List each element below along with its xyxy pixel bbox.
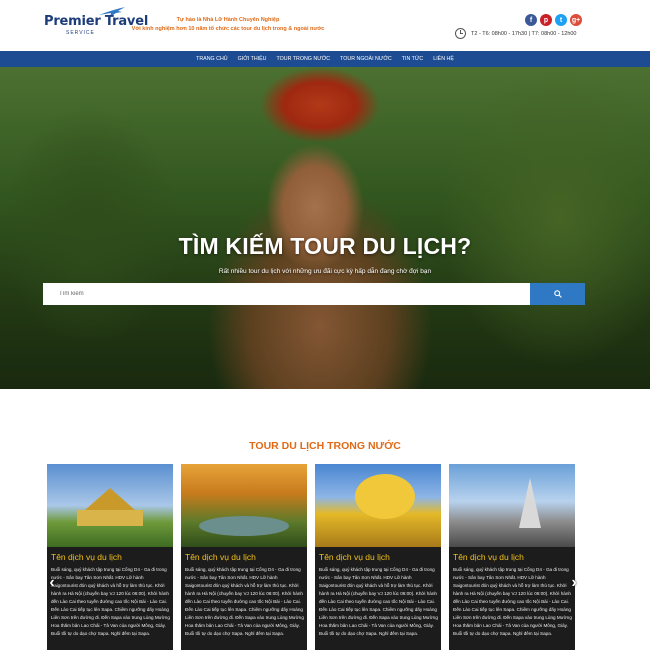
nav-item-domestic-tours[interactable]: TOUR TRONG NƯỚC	[277, 56, 331, 62]
tour-description: Buổi sáng, quý khách tập trung tại Cổng …	[51, 567, 170, 636]
tour-cards: Tên dịch vụ du lịch Buổi sáng, quý khách…	[47, 464, 581, 650]
nav-item-contact[interactable]: LIÊN HỆ	[433, 56, 454, 62]
temple-base	[77, 510, 143, 526]
tour-title[interactable]: Tên dịch vụ du lịch	[185, 552, 256, 562]
slogan-line-1: Tự hào là Nhà Lữ Hành Chuyên Nghiệp	[176, 17, 280, 23]
pinterest-icon[interactable]: p	[540, 14, 552, 26]
temple-roof	[85, 488, 135, 510]
chevron-right-icon[interactable]: ›	[569, 574, 579, 592]
nav-item-home[interactable]: TRANG CHỦ	[196, 56, 228, 62]
monument	[519, 478, 541, 528]
tour-description: Buổi sáng, quý khách tập trung tại Cổng …	[185, 567, 304, 636]
nav-item-international-tours[interactable]: TOUR NGOÀI NƯỚC	[340, 56, 392, 62]
tour-image[interactable]	[181, 464, 307, 547]
tour-title[interactable]: Tên dịch vụ du lịch	[453, 552, 524, 562]
hero-subtitle: Rất nhiều tour du lịch với những ưu đãi …	[218, 268, 432, 275]
tour-description: Buổi sáng, quý khách tập trung tại Cổng …	[319, 567, 438, 636]
hero-title: TÌM KIẾM TOUR DU LỊCH?	[178, 233, 472, 259]
tour-card[interactable]: Tên dịch vụ du lịch Buổi sáng, quý khách…	[315, 464, 441, 650]
logo[interactable]: Premier Travel SERVICE	[44, 7, 148, 38]
tour-title[interactable]: Tên dịch vụ du lịch	[51, 552, 122, 562]
slogan-line-2: Với kinh nghiệm hơn 10 năm tổ chức các t…	[131, 26, 325, 32]
nav-item-about[interactable]: GIỚI THIỆU	[238, 56, 267, 62]
chevron-left-icon[interactable]: ‹	[47, 574, 57, 592]
main-nav: TRANG CHỦ GIỚI THIỆU TOUR TRONG NƯỚC TOU…	[0, 51, 650, 67]
logo-tagline: SERVICE	[66, 30, 95, 36]
tour-card[interactable]: Tên dịch vụ du lịch Buổi sáng, quý khách…	[449, 464, 575, 650]
section-title: TOUR DU LỊCH TRONG NƯỚC	[249, 440, 401, 452]
hero-overlay	[0, 67, 650, 389]
search-icon	[553, 290, 562, 298]
opening-hours: T2 - T6: 08h00 - 17h30 | T7: 08h00 - 12h…	[455, 28, 577, 39]
tour-card[interactable]: Tên dịch vụ du lịch Buổi sáng, quý khách…	[181, 464, 307, 650]
facebook-icon[interactable]: f	[525, 14, 537, 26]
opening-hours-text: T2 - T6: 08h00 - 17h30 | T7: 08h00 - 12h…	[471, 30, 577, 37]
search-button[interactable]	[530, 283, 585, 305]
golden-tree	[355, 474, 415, 519]
slogan: Tự hào là Nhà Lữ Hành Chuyên Nghiệp Với …	[128, 16, 328, 34]
tour-image[interactable]	[47, 464, 173, 547]
tour-image[interactable]	[315, 464, 441, 547]
site-header: Premier Travel SERVICE Tự hào là Nhà Lữ …	[0, 0, 650, 51]
tour-description: Buổi sáng, quý khách tập trung tại Cổng …	[453, 567, 572, 636]
tour-image[interactable]	[449, 464, 575, 547]
twitter-icon[interactable]: t	[555, 14, 567, 26]
tour-card[interactable]: Tên dịch vụ du lịch Buổi sáng, quý khách…	[47, 464, 173, 650]
search-input[interactable]	[43, 283, 530, 305]
pond	[199, 516, 289, 536]
hero-banner: TÌM KIẾM TOUR DU LỊCH? Rất nhiều tour du…	[0, 67, 650, 389]
nav-item-news[interactable]: TIN TỨC	[402, 56, 424, 62]
clock-icon	[455, 28, 466, 39]
social-links: f p t g+	[525, 14, 582, 26]
tour-title[interactable]: Tên dịch vụ du lịch	[319, 552, 390, 562]
google-plus-icon[interactable]: g+	[570, 14, 582, 26]
